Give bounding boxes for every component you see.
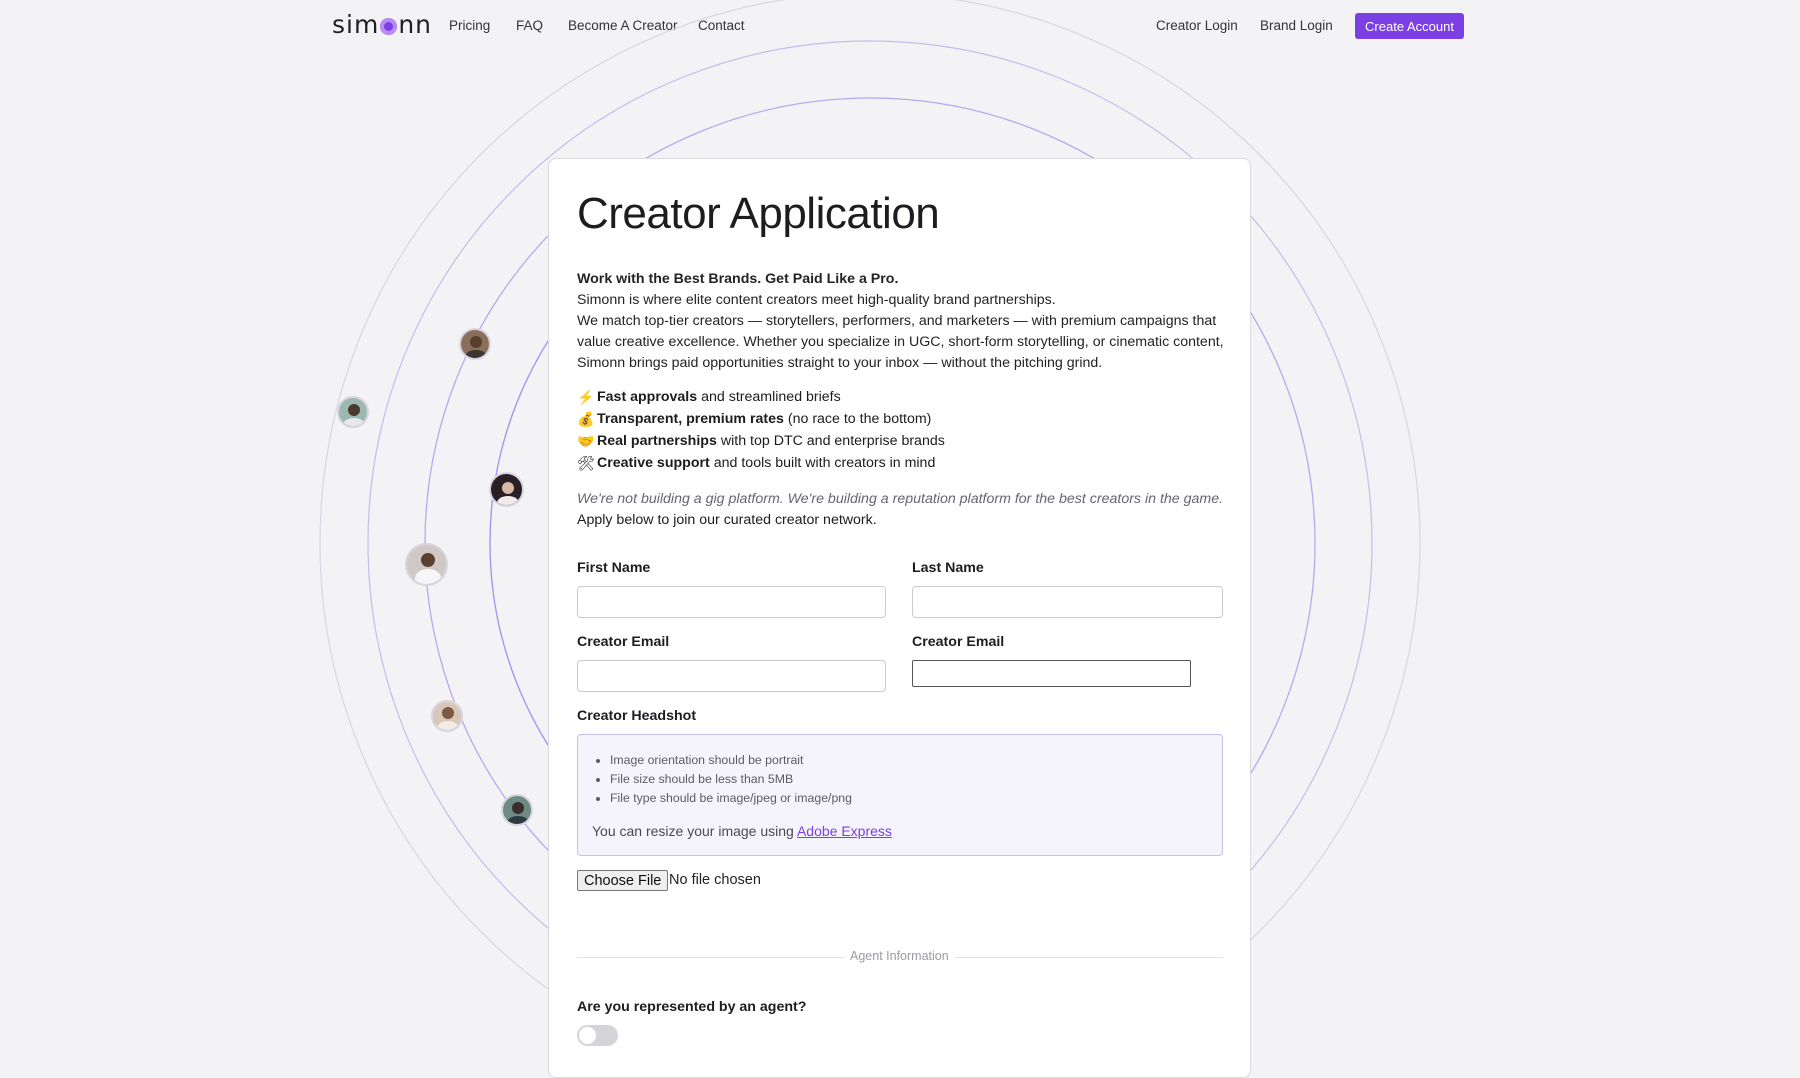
handshake-icon: 🤝 [577,433,595,449]
last-name-label: Last Name [912,560,984,576]
headshot-requirements: Image orientation should be portrait Fil… [577,734,1223,856]
intro-line: Simonn is where elite content creators m… [577,292,1056,308]
agent-question-label: Are you represented by an agent? [577,999,807,1015]
first-name-input[interactable] [577,586,886,618]
tagline: We're not building a gig platform. We're… [577,489,1237,531]
feature-text: with top DTC and enterprise brands [720,433,945,449]
nav-pricing-link[interactable]: Pricing [449,18,490,33]
resize-text: You can resize your image using [592,823,794,839]
feature-bold: Creative support [597,455,710,471]
feature-list: ⚡ Fast approvals and streamlined briefs … [577,386,1227,474]
adobe-express-link[interactable]: Adobe Express [797,823,892,839]
logo-dot-icon [380,18,398,35]
intro-headline: Work with the Best Brands. Get Paid Like… [577,271,899,287]
requirement-item: File type should be image/jpeg or image/… [610,789,852,808]
creator-avatar [405,543,448,586]
file-status: No file chosen [669,872,761,888]
creator-application-card: Creator Application Work with the Best B… [548,158,1251,1078]
intro-text: Work with the Best Brands. Get Paid Like… [577,269,1227,374]
creator-avatar [459,328,491,360]
feature-text: and streamlined briefs [701,389,841,405]
top-nav: sim nn Pricing FAQ Become A Creator Conta… [0,0,1800,52]
headshot-label: Creator Headshot [577,708,697,724]
simonn-logo[interactable]: sim nn [332,10,432,39]
creator-avatar [337,396,369,428]
nav-become-creator-link[interactable]: Become A Creator [568,18,678,33]
creator-avatar [431,700,463,732]
creator-avatar [489,472,524,507]
tools-icon: 🛠 [577,455,595,471]
agent-section-title: Agent Information [844,949,955,963]
feature-item: 🤝 Real partnerships with top DTC and ent… [577,430,1227,452]
requirement-item: Image orientation should be portrait [610,751,852,770]
creator-email-input[interactable] [577,660,886,692]
creator-login-link[interactable]: Creator Login [1156,18,1238,33]
feature-bold: Transparent, premium rates [597,411,784,427]
creator-email-2-label: Creator Email [912,634,1005,650]
intro-paragraph: We match top-tier creators — storyteller… [577,313,1224,371]
feature-bold: Real partnerships [597,433,717,449]
feature-text: and tools built with creators in mind [713,455,936,471]
first-name-label: First Name [577,560,651,576]
feature-item: ⚡ Fast approvals and streamlined briefs [577,386,1227,408]
lightning-icon: ⚡ [577,389,595,405]
creator-email-2-input[interactable] [912,660,1191,687]
feature-item: 🛠 Creative support and tools built with … [577,452,1227,474]
last-name-input[interactable] [912,586,1223,618]
choose-file-button[interactable]: Choose File [577,870,669,891]
toggle-knob [579,1027,596,1044]
nav-contact-link[interactable]: Contact [698,18,745,33]
money-bag-icon: 💰 [577,411,595,427]
resize-hint: You can resize your image using Adobe Ex… [592,823,892,839]
tagline-italic: We're not building a gig platform. We're… [577,491,1224,507]
creator-email-label: Creator Email [577,634,670,650]
feature-item: 💰 Transparent, premium rates (no race to… [577,408,1227,430]
feature-bold: Fast approvals [597,389,698,405]
requirement-item: File size should be less than 5MB [610,770,852,789]
creator-avatar [501,794,533,826]
tagline-plain: Apply below to join our curated creator … [577,512,877,528]
page-title: Creator Application [577,189,940,238]
brand-login-link[interactable]: Brand Login [1260,18,1333,33]
feature-text: (no race to the bottom) [787,411,932,427]
nav-faq-link[interactable]: FAQ [516,18,543,33]
create-account-button[interactable]: Create Account [1355,13,1464,39]
agent-toggle[interactable] [577,1025,618,1046]
